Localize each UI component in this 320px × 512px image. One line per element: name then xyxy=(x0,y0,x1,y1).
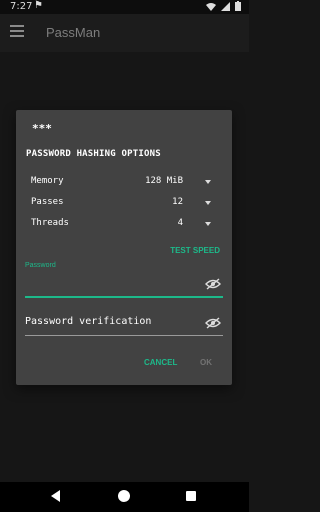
test-speed-button[interactable]: TEST SPEED xyxy=(170,246,220,255)
cancel-button[interactable]: CANCEL xyxy=(144,358,177,367)
menu-icon[interactable] xyxy=(10,25,24,37)
section-title: PASSWORD HASHING OPTIONS xyxy=(26,149,161,159)
navigation-bar xyxy=(0,482,249,512)
option-value: 4 xyxy=(177,218,183,228)
ok-button[interactable]: OK xyxy=(200,358,212,367)
status-bar: 7:27 ⚑ xyxy=(0,0,249,14)
recents-icon[interactable] xyxy=(186,491,196,501)
option-value: 128 MiB xyxy=(145,176,183,186)
app-bar: PassMan xyxy=(0,14,249,52)
dropdown-arrow-icon[interactable] xyxy=(205,222,211,226)
password-verification-field[interactable]: Password verification xyxy=(25,313,223,336)
home-icon[interactable] xyxy=(118,490,130,502)
option-threads[interactable]: Threads 4 xyxy=(31,216,211,232)
password-field-label: Password xyxy=(25,262,56,269)
visibility-off-icon[interactable] xyxy=(205,317,221,329)
password-verification-placeholder: Password verification xyxy=(25,316,152,327)
signal-icon xyxy=(221,1,230,11)
option-label: Memory xyxy=(31,176,64,186)
dropdown-arrow-icon[interactable] xyxy=(205,180,211,184)
wifi-icon xyxy=(206,2,216,11)
option-value: 12 xyxy=(172,197,183,207)
dropdown-arrow-icon[interactable] xyxy=(205,201,211,205)
back-icon[interactable] xyxy=(51,490,60,502)
option-label: Threads xyxy=(31,218,69,228)
visibility-off-icon[interactable] xyxy=(205,278,221,290)
password-field[interactable] xyxy=(25,274,223,298)
app-title: PassMan xyxy=(46,25,101,40)
option-memory[interactable]: Memory 128 MiB xyxy=(31,174,211,190)
option-label: Passes xyxy=(31,197,64,207)
password-hashing-dialog: *** PASSWORD HASHING OPTIONS Memory 128 … xyxy=(16,110,232,385)
status-time: 7:27 xyxy=(10,1,33,12)
battery-icon xyxy=(235,1,241,11)
status-icons xyxy=(206,1,241,11)
dialog-title: *** xyxy=(32,122,52,135)
option-passes[interactable]: Passes 12 xyxy=(31,195,211,211)
notification-icon: ⚑ xyxy=(34,0,43,11)
